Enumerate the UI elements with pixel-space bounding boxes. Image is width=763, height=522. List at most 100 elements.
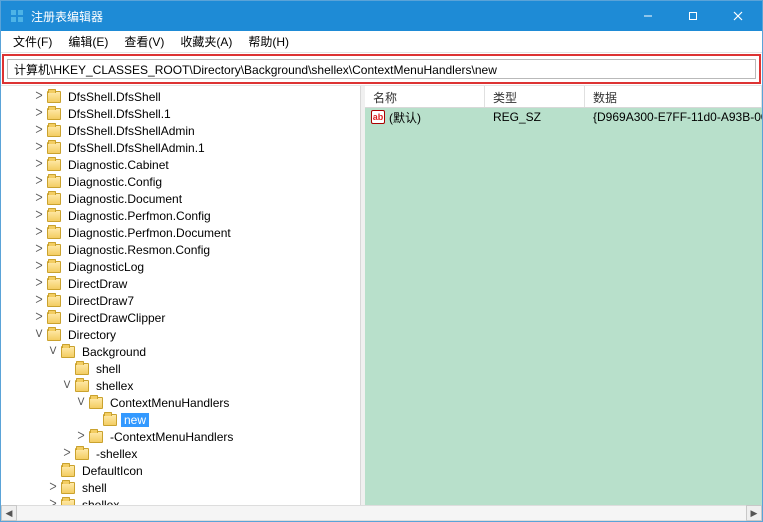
tree-row[interactable]: ᐳ -ContextMenuHandlers [5,428,360,445]
scroll-right-button[interactable]: ▶ [746,505,762,521]
maximize-button[interactable] [670,1,715,31]
tree-row[interactable]: DefaultIcon [5,462,360,479]
value-row[interactable]: ab(默认)REG_SZ{D969A300-E7FF-11d0-A93B-00A… [365,108,762,126]
tree-row[interactable]: ᐳ Diagnostic.Config [5,173,360,190]
expand-toggle-closed-icon[interactable]: ᐳ [33,159,45,171]
tree-row[interactable]: ᐳ DfsShell.DfsShellAdmin.1 [5,139,360,156]
expand-toggle-closed-icon[interactable]: ᐳ [33,125,45,137]
folder-icon [47,91,61,103]
tree-label[interactable]: DfsShell.DfsShellAdmin.1 [65,141,208,155]
tree-label[interactable]: DfsShell.DfsShellAdmin [65,124,198,138]
tree-label[interactable]: Diagnostic.Perfmon.Config [65,209,214,223]
folder-icon [75,380,89,392]
tree-label[interactable]: Diagnostic.Document [65,192,185,206]
menu-view[interactable]: 查看(V) [116,31,172,52]
tree-label[interactable]: Diagnostic.Resmon.Config [65,243,213,257]
value-type: REG_SZ [485,110,585,124]
expand-toggle-closed-icon[interactable]: ᐳ [33,227,45,239]
tree-row[interactable]: ᐳ Diagnostic.Cabinet [5,156,360,173]
expand-toggle-closed-icon[interactable]: ᐳ [33,278,45,290]
tree-row[interactable]: ᐳ shell [5,479,360,496]
expand-toggle-closed-icon[interactable]: ᐳ [33,295,45,307]
tree-label[interactable]: DirectDraw [65,277,130,291]
tree-row[interactable]: ᐳ DfsShell.DfsShell [5,88,360,105]
close-button[interactable] [715,1,760,31]
expand-toggle-closed-icon[interactable]: ᐳ [33,91,45,103]
tree-label[interactable]: new [121,413,149,427]
menu-edit[interactable]: 编辑(E) [60,31,116,52]
tree-label[interactable]: shellex [93,379,136,393]
tree-label[interactable]: shell [93,362,124,376]
tree-label[interactable]: DfsShell.DfsShell [65,90,164,104]
tree-pane[interactable]: ᐳDfsShell.DfsShellᐳDfsShell.DfsShell.1ᐳD… [1,86,361,505]
expand-toggle-closed-icon[interactable]: ᐳ [33,312,45,324]
titlebar[interactable]: 注册表编辑器 [1,1,762,31]
tree-row[interactable]: ᐯ Background [5,343,360,360]
expand-toggle-open-icon[interactable]: ᐯ [75,397,87,409]
tree-label[interactable]: DirectDrawClipper [65,311,168,325]
expand-toggle-closed-icon[interactable]: ᐳ [47,499,59,506]
tree-row[interactable]: ᐳ DirectDraw [5,275,360,292]
tree-label[interactable]: DirectDraw7 [65,294,137,308]
expand-toggle-closed-icon[interactable]: ᐳ [33,193,45,205]
expand-toggle-closed-icon[interactable]: ᐳ [33,210,45,222]
expand-toggle-closed-icon[interactable]: ᐳ [61,448,73,460]
tree-row[interactable]: ᐳ Diagnostic.Perfmon.Document [5,224,360,241]
tree-row[interactable]: ᐳ Diagnostic.Resmon.Config [5,241,360,258]
horizontal-scrollbar[interactable]: ◀ ▶ [1,505,762,521]
addressbar-input[interactable] [7,59,756,79]
tree-label[interactable]: Diagnostic.Cabinet [65,158,172,172]
expand-toggle-closed-icon[interactable]: ᐳ [33,176,45,188]
column-type[interactable]: 类型 [485,86,585,107]
tree-row[interactable]: new [5,411,360,428]
tree-row[interactable]: ᐳ Diagnostic.Perfmon.Config [5,207,360,224]
value-data: {D969A300-E7FF-11d0-A93B-00A0C90F2719} [585,110,762,124]
tree-row[interactable]: ᐳ -shellex [5,445,360,462]
tree-row[interactable]: ᐳ DirectDrawClipper [5,309,360,326]
tree-label[interactable]: Background [79,345,149,359]
tree-row[interactable]: shell [5,360,360,377]
tree-label[interactable]: -ContextMenuHandlers [107,430,236,444]
expand-toggle-closed-icon[interactable]: ᐳ [33,142,45,154]
column-data[interactable]: 数据 [585,86,762,107]
column-name[interactable]: 名称 [365,86,485,107]
expand-toggle-closed-icon[interactable]: ᐳ [47,482,59,494]
tree-label[interactable]: DfsShell.DfsShell.1 [65,107,174,121]
tree-label[interactable]: Diagnostic.Perfmon.Document [65,226,234,240]
tree-label[interactable]: -shellex [93,447,140,461]
expand-toggle-closed-icon[interactable]: ᐳ [33,261,45,273]
expand-toggle-open-icon[interactable]: ᐯ [33,329,45,341]
tree-row[interactable]: ᐯ ContextMenuHandlers [5,394,360,411]
addressbar-highlight [2,54,761,84]
expand-toggle-closed-icon[interactable]: ᐳ [75,431,87,443]
tree-label[interactable]: DiagnosticLog [65,260,147,274]
tree-row[interactable]: ᐯ Directory [5,326,360,343]
menu-file[interactable]: 文件(F) [5,31,60,52]
expand-toggle-open-icon[interactable]: ᐯ [61,380,73,392]
values-body[interactable]: ab(默认)REG_SZ{D969A300-E7FF-11d0-A93B-00A… [365,108,762,505]
tree-row[interactable]: ᐳ Diagnostic.Document [5,190,360,207]
tree-label[interactable]: shell [79,481,110,495]
minimize-button[interactable] [625,1,670,31]
expand-toggle-closed-icon[interactable]: ᐳ [33,244,45,256]
tree-row[interactable]: ᐳ shellex [5,496,360,505]
tree-row[interactable]: ᐳ DiagnosticLog [5,258,360,275]
tree-label[interactable]: Diagnostic.Config [65,175,165,189]
expand-toggle-open-icon[interactable]: ᐯ [47,346,59,358]
tree-row[interactable]: ᐳ DfsShell.DfsShell.1 [5,105,360,122]
tree-label[interactable]: DefaultIcon [79,464,146,478]
tree-row[interactable]: ᐳ DirectDraw7 [5,292,360,309]
scroll-track[interactable] [17,505,746,521]
scroll-left-button[interactable]: ◀ [1,505,17,521]
values-pane: 名称 类型 数据 ab(默认)REG_SZ{D969A300-E7FF-11d0… [365,86,762,505]
expand-toggle-closed-icon[interactable]: ᐳ [33,108,45,120]
tree-label[interactable]: ContextMenuHandlers [107,396,232,410]
menu-help[interactable]: 帮助(H) [240,31,297,52]
folder-icon [47,278,61,290]
tree-label[interactable]: Directory [65,328,119,342]
menu-favorites[interactable]: 收藏夹(A) [172,31,240,52]
tree-label[interactable]: shellex [79,498,122,506]
folder-icon [89,397,103,409]
tree-row[interactable]: ᐳ DfsShell.DfsShellAdmin [5,122,360,139]
tree-row[interactable]: ᐯ shellex [5,377,360,394]
